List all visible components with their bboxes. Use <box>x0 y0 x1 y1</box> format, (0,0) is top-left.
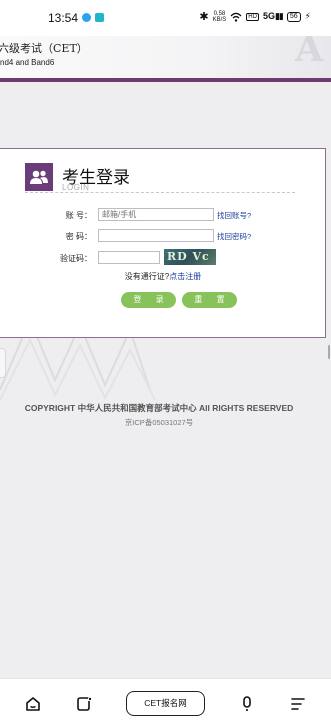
home-icon <box>26 697 40 711</box>
find-password-link[interactable]: 找回密码? <box>217 231 251 242</box>
notification-app-icon-2 <box>95 13 104 22</box>
copyright-text: COPYRIGHT 中华人民共和国教育部考试中心 All RIGHTS RESE… <box>24 403 294 413</box>
account-input[interactable] <box>98 208 214 221</box>
captcha-label: 验证码： <box>60 254 92 263</box>
bluetooth-icon: ✱ <box>199 11 209 23</box>
login-button[interactable]: 登 录 <box>121 292 176 308</box>
home-button[interactable] <box>22 693 44 715</box>
login-panel: 考生登录 LOGIN 账 号： 找回账号? 密 码： 找回密码? 验证码： RD… <box>0 148 326 338</box>
tabs-button[interactable] <box>73 693 95 715</box>
notification-app-icon <box>82 13 91 22</box>
register-link[interactable]: 点击注册 <box>169 272 201 281</box>
header-watermark: A <box>295 36 323 70</box>
user-group-icon <box>25 163 53 191</box>
scrollbar[interactable] <box>328 345 330 359</box>
side-drawer-handle[interactable] <box>0 348 6 378</box>
login-header: 考生登录 LOGIN <box>25 163 295 193</box>
find-account-link[interactable]: 找回账号? <box>217 210 251 221</box>
wifi-icon <box>230 12 242 22</box>
battery-level: 56 <box>289 12 298 20</box>
status-time: 13:54 <box>48 11 79 25</box>
icp-license: 京ICP备05031027号 <box>124 418 194 427</box>
battery-icon: 56 <box>286 11 301 22</box>
reset-button[interactable]: 重 置 <box>182 292 237 308</box>
tabs-icon <box>77 697 92 711</box>
status-bar: 13:54 ✱ 0.58 KB/S HD 5G▮▮ 56 ⚡ <box>0 0 331 36</box>
site-title: 六级考试（CET） <box>0 42 88 55</box>
site-subtitle: nd4 and Band6 <box>0 58 55 67</box>
url-bar[interactable]: CET报名网 <box>126 691 205 716</box>
menu-button[interactable] <box>287 693 309 715</box>
signal-icon: 5G▮▮ <box>262 11 284 21</box>
login-subtitle: LOGIN <box>62 183 90 192</box>
no-pass-text: 没有通行证? <box>124 272 170 281</box>
voice-button[interactable] <box>236 693 258 715</box>
browser-bottom-bar: CET报名网 <box>0 678 331 728</box>
microphone-icon <box>243 696 251 711</box>
status-indicators: ✱ 0.58 KB/S HD 5G▮▮ 56 ⚡ <box>199 10 311 24</box>
site-header: 六级考试（CET） nd4 and Band6 A <box>0 36 331 80</box>
net-speed: 0.58 KB/S <box>213 11 227 23</box>
password-input[interactable] <box>98 229 214 242</box>
password-label: 密 码： <box>65 232 92 241</box>
net-speed-unit: KB/S <box>212 16 227 23</box>
register-prompt: 没有通行证?点击注册 <box>0 271 326 282</box>
nfc-icon: HD <box>246 12 259 21</box>
signal-label: 5G <box>262 11 275 21</box>
charging-icon: ⚡ <box>304 11 311 21</box>
captcha-input[interactable] <box>98 251 160 264</box>
account-label: 账 号： <box>65 211 92 220</box>
header-divider <box>0 78 331 82</box>
menu-icon <box>291 698 305 710</box>
captcha-image[interactable]: RD Vc <box>164 249 216 265</box>
